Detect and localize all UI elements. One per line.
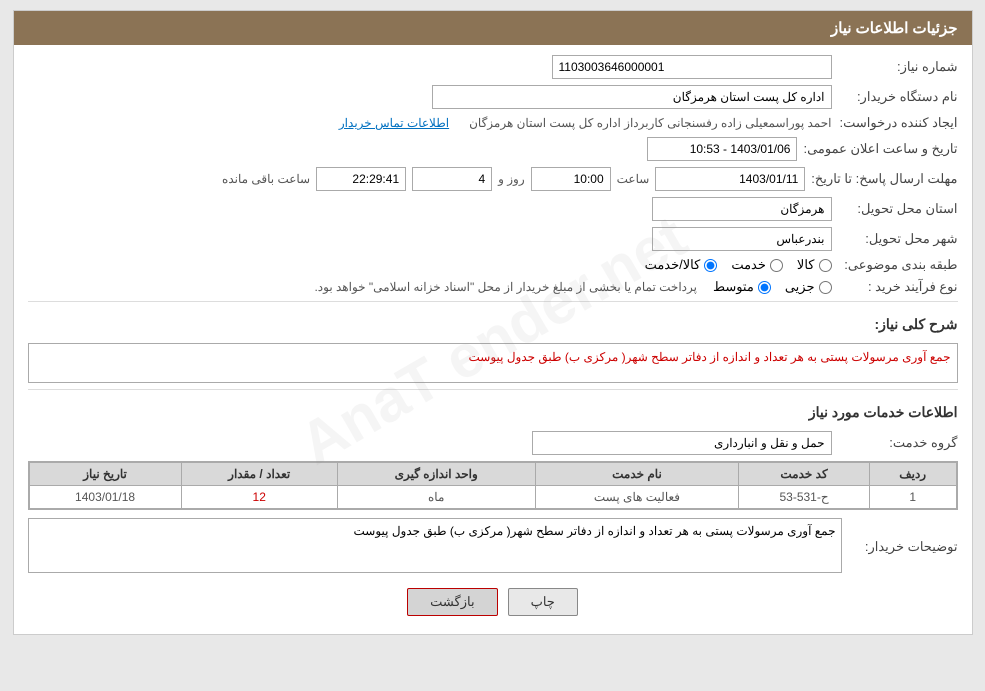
need-number-label: شماره نیاز: bbox=[838, 59, 958, 75]
need-desc-label: شرح کلی نیاز: bbox=[874, 310, 957, 337]
buyer-desc-textarea[interactable]: جمع آوری مرسولات پستی به هر تعداد و اندا… bbox=[28, 518, 842, 573]
cell-row: 1 bbox=[869, 486, 956, 509]
services-table: ردیف کد خدمت نام خدمت واحد اندازه گیری ت… bbox=[29, 462, 957, 509]
buyer-input[interactable] bbox=[432, 85, 832, 109]
col-name: نام خدمت bbox=[535, 463, 739, 486]
city-row: شهر محل تحویل: bbox=[28, 227, 958, 251]
category-khedmat-label[interactable]: خدمت bbox=[731, 257, 783, 273]
divider2 bbox=[28, 389, 958, 390]
col-unit: واحد اندازه گیری bbox=[337, 463, 535, 486]
print-button[interactable]: چاپ bbox=[508, 588, 578, 616]
button-row: چاپ بازگشت bbox=[28, 588, 958, 616]
back-button[interactable]: بازگشت bbox=[407, 588, 497, 616]
cell-date: 1403/01/18 bbox=[29, 486, 181, 509]
category-khedmat-radio[interactable] bbox=[770, 259, 783, 272]
col-qty: تعداد / مقدار bbox=[181, 463, 337, 486]
table-header-row: ردیف کد خدمت نام خدمت واحد اندازه گیری ت… bbox=[29, 463, 956, 486]
buyer-row: نام دستگاه خریدار: bbox=[28, 85, 958, 109]
purchase-moutasat-text: متوسط bbox=[713, 279, 754, 295]
col-date: تاریخ نیاز bbox=[29, 463, 181, 486]
service-group-input[interactable] bbox=[532, 431, 832, 455]
buyer-desc-wrapper: جمع آوری مرسولات پستی به هر تعداد و اندا… bbox=[28, 518, 842, 576]
need-desc-box: جمع آوری مرسولات پستی به هر تعداد و اندا… bbox=[28, 343, 958, 383]
category-label: طبقه بندی موضوعی: bbox=[838, 257, 958, 273]
col-code: کد خدمت bbox=[739, 463, 870, 486]
purchase-moutasat-label[interactable]: متوسط bbox=[713, 279, 771, 295]
deadline-row: مهلت ارسال پاسخ: تا تاریخ: ساعت روز و سا… bbox=[28, 167, 958, 191]
buyer-desc-label: توضیحات خریدار: bbox=[848, 539, 958, 555]
creator-label: ایجاد کننده درخواست: bbox=[838, 115, 958, 131]
purchase-jozi-radio[interactable] bbox=[819, 281, 832, 294]
category-row: طبقه بندی موضوعی: کالا خدمت کالا/خدمت bbox=[28, 257, 958, 273]
publish-row: تاریخ و ساعت اعلان عمومی: bbox=[28, 137, 958, 161]
deadline-remaining-input[interactable] bbox=[316, 167, 406, 191]
deadline-days-input[interactable] bbox=[412, 167, 492, 191]
province-row: استان محل تحویل: bbox=[28, 197, 958, 221]
need-number-input[interactable] bbox=[552, 55, 832, 79]
category-both-label[interactable]: کالا/خدمت bbox=[645, 257, 718, 273]
divider1 bbox=[28, 301, 958, 302]
need-number-row: شماره نیاز: bbox=[28, 55, 958, 79]
city-input[interactable] bbox=[652, 227, 832, 251]
purchase-type-radio-group: جزیی متوسط bbox=[713, 279, 832, 295]
category-radio-group: کالا خدمت کالا/خدمت bbox=[645, 257, 832, 273]
buyer-desc-section: توضیحات خریدار: جمع آوری مرسولات پستی به… bbox=[28, 518, 958, 576]
main-container: جزئیات اطلاعات نیاز AnaT ender.net شماره… bbox=[13, 10, 973, 635]
contact-link[interactable]: اطلاعات تماس خریدار bbox=[339, 116, 449, 130]
buyer-label: نام دستگاه خریدار: bbox=[838, 89, 958, 105]
category-kala-text: کالا bbox=[797, 257, 815, 273]
table-row: 1 ح-531-53 فعالیت های پست ماه 12 1403/01… bbox=[29, 486, 956, 509]
province-input[interactable] bbox=[652, 197, 832, 221]
creator-row: ایجاد کننده درخواست: احمد پوراسمعیلی زاد… bbox=[28, 115, 958, 131]
service-group-row: گروه خدمت: bbox=[28, 431, 958, 455]
category-kala-radio[interactable] bbox=[819, 259, 832, 272]
content-area: AnaT ender.net شماره نیاز: نام دستگاه خر… bbox=[14, 45, 972, 634]
purchase-type-row: نوع فرآیند خرید : جزیی متوسط پرداخت تمام… bbox=[28, 279, 958, 295]
purchase-moutasat-radio[interactable] bbox=[758, 281, 771, 294]
services-label: اطلاعات خدمات مورد نیاز bbox=[809, 398, 958, 425]
cell-qty: 12 bbox=[181, 486, 337, 509]
category-khedmat-text: خدمت bbox=[731, 257, 766, 273]
city-label: شهر محل تحویل: bbox=[838, 231, 958, 247]
deadline-remaining-label: ساعت باقی مانده bbox=[222, 172, 310, 186]
deadline-time-label: ساعت bbox=[617, 172, 650, 186]
page-title: جزئیات اطلاعات نیاز bbox=[831, 20, 958, 37]
purchase-jozi-text: جزیی bbox=[785, 279, 815, 295]
deadline-label: مهلت ارسال پاسخ: تا تاریخ: bbox=[811, 171, 957, 187]
need-desc-value: جمع آوری مرسولات پستی به هر تعداد و اندا… bbox=[468, 350, 950, 364]
deadline-date-input[interactable] bbox=[655, 167, 805, 191]
services-section-header-row: اطلاعات خدمات مورد نیاز bbox=[28, 394, 958, 425]
cell-code: ح-531-53 bbox=[739, 486, 870, 509]
publish-label: تاریخ و ساعت اعلان عمومی: bbox=[803, 141, 957, 157]
deadline-day-label: روز و bbox=[498, 172, 525, 186]
province-label: استان محل تحویل: bbox=[838, 201, 958, 217]
cell-name: فعالیت های پست bbox=[535, 486, 739, 509]
publish-date-input[interactable] bbox=[647, 137, 797, 161]
need-desc-section: شرح کلی نیاز: bbox=[28, 306, 958, 337]
need-desc-row: جمع آوری مرسولات پستی به هر تعداد و اندا… bbox=[28, 343, 958, 383]
purchase-type-label: نوع فرآیند خرید : bbox=[838, 279, 958, 295]
creator-value: احمد پوراسمعیلی زاده رفسنجانی کاربرداز ا… bbox=[469, 116, 831, 130]
col-row: ردیف bbox=[869, 463, 956, 486]
category-kala-label[interactable]: کالا bbox=[797, 257, 832, 273]
page-header: جزئیات اطلاعات نیاز bbox=[14, 11, 972, 45]
deadline-time-input[interactable] bbox=[531, 167, 611, 191]
category-both-radio[interactable] bbox=[704, 259, 717, 272]
category-both-text: کالا/خدمت bbox=[645, 257, 701, 273]
purchase-jozi-label[interactable]: جزیی bbox=[785, 279, 832, 295]
service-group-label: گروه خدمت: bbox=[838, 435, 958, 451]
purchase-type-note: پرداخت تمام یا بخشی از مبلغ خریدار از مح… bbox=[314, 280, 697, 294]
services-table-container: ردیف کد خدمت نام خدمت واحد اندازه گیری ت… bbox=[28, 461, 958, 510]
cell-unit: ماه bbox=[337, 486, 535, 509]
